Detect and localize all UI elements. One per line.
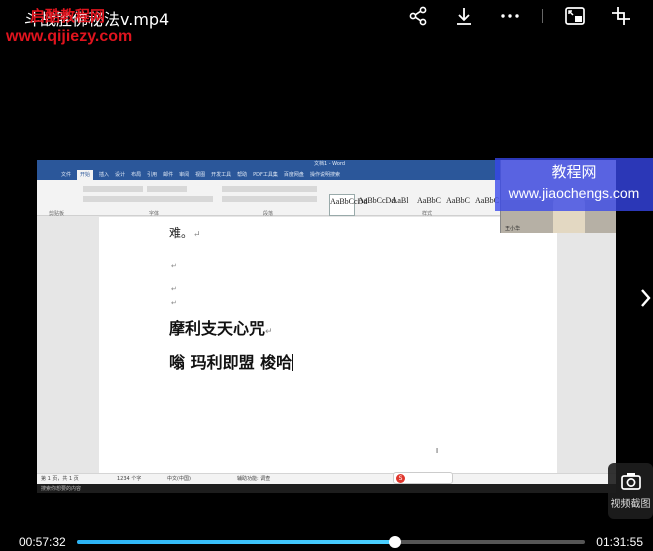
- doc-previous-text: 难。↵: [169, 226, 201, 240]
- word-tab: 设计: [115, 172, 126, 178]
- style-gallery: AaBbCcDd AaBbCcDd AaBl AaBbC AaBbC AaBbC: [329, 194, 500, 216]
- toolbar-divider: [542, 9, 543, 23]
- windows-taskbar: 搜索你想要的内容: [37, 484, 616, 493]
- group-clipboard: 剪贴板: [49, 211, 65, 217]
- word-doc-title: 文档1 - Word: [314, 161, 346, 167]
- banner-title: 教程网: [551, 163, 597, 181]
- more-icon[interactable]: [496, 3, 524, 29]
- camera-icon: [620, 473, 641, 490]
- status-accessibility: 辅助功能: 调查: [237, 476, 271, 482]
- snapshot-button[interactable]: 视频截图: [608, 463, 653, 519]
- next-chevron-icon[interactable]: [638, 283, 653, 313]
- watermark-url: www.qijiezy.com: [6, 28, 133, 45]
- empty-paragraph-mark: ↵: [171, 299, 177, 307]
- word-tab: 开发工具: [211, 172, 232, 178]
- word-status-bar: 第 1 页，共 1 页 1234 个字 中文(中国) 辅助功能: 调查: [37, 473, 616, 484]
- progress-track[interactable]: [77, 536, 585, 548]
- sogou-icon: S: [396, 474, 405, 483]
- pip-icon[interactable]: [561, 3, 589, 29]
- progress-fill: [77, 540, 395, 544]
- top-bar: 斗战胜佛秘法v.mp4 启酷教程网 www.qijiezy.com: [0, 0, 653, 45]
- mouse-ibeam-icon: I: [436, 447, 439, 455]
- download-icon[interactable]: [450, 3, 478, 29]
- total-time: 01:31:55: [596, 535, 643, 549]
- group-paragraph: 段落: [263, 211, 274, 217]
- banner-url: www.jiaochengs.com: [508, 185, 640, 201]
- word-tab: 布局: [131, 172, 142, 178]
- status-page: 第 1 页，共 1 页: [41, 476, 79, 482]
- watermark-banner: 教程网 www.jiaochengs.com: [495, 158, 653, 211]
- font-format-row: [83, 196, 213, 202]
- paragraph-row-2: [222, 196, 317, 202]
- group-styles: 样式: [422, 211, 433, 217]
- group-font: 字体: [149, 211, 160, 217]
- progress-knob[interactable]: [389, 536, 401, 548]
- word-tab: 帮助: [237, 172, 248, 178]
- current-time: 00:57:32: [19, 535, 66, 549]
- status-words: 1234 个字: [117, 476, 142, 482]
- word-tab: 引用: [147, 172, 158, 178]
- webcam-label: 王小华: [505, 226, 521, 232]
- word-tab: 插入: [99, 172, 110, 178]
- empty-paragraph-mark: ↵: [171, 262, 177, 270]
- fullscreen-exit-icon[interactable]: [607, 3, 635, 29]
- word-canvas: 难。↵ ↵ ↵ ↵ 摩利支天心咒↵ 嗡 玛利即盟 梭哈 I: [37, 217, 616, 478]
- snapshot-label: 视频截图: [610, 499, 651, 510]
- share-icon[interactable]: [404, 3, 432, 29]
- style-item: AaBbCcDd: [329, 194, 367, 216]
- paragraph-row-1: [222, 186, 317, 192]
- word-tab: 审阅: [179, 172, 190, 178]
- doc-heading: 摩利支天心咒↵: [169, 319, 273, 338]
- status-language: 中文(中国): [167, 476, 191, 482]
- watermark-site-name: 启酷教程网: [30, 7, 106, 25]
- empty-paragraph-mark: ↵: [171, 285, 177, 293]
- word-tab: 操作说明搜索: [309, 172, 340, 178]
- style-item: AaBbCcDd: [358, 196, 396, 205]
- taskbar-search: 搜索你想要的内容: [41, 486, 82, 492]
- word-tab-active: 开始: [77, 170, 94, 180]
- font-size-box: [147, 186, 187, 192]
- top-actions: [404, 3, 635, 29]
- word-tab: 视图: [195, 172, 206, 178]
- style-item: AaBbC: [446, 196, 470, 205]
- doc-mantra: 嗡 玛利即盟 梭哈: [169, 353, 294, 372]
- word-tab: 邮件: [163, 172, 174, 178]
- word-tab: PDF工具集: [253, 172, 278, 178]
- style-item: AaBl: [391, 196, 409, 205]
- word-tab: 百度网盘: [283, 172, 304, 178]
- word-tab: 文件: [61, 172, 72, 178]
- ime-toolbar: S: [393, 472, 453, 484]
- font-name-box: [83, 186, 143, 192]
- text-caret: [292, 354, 294, 371]
- word-page: 难。↵ ↵ ↵ ↵ 摩利支天心咒↵ 嗡 玛利即盟 梭哈 I: [99, 217, 557, 478]
